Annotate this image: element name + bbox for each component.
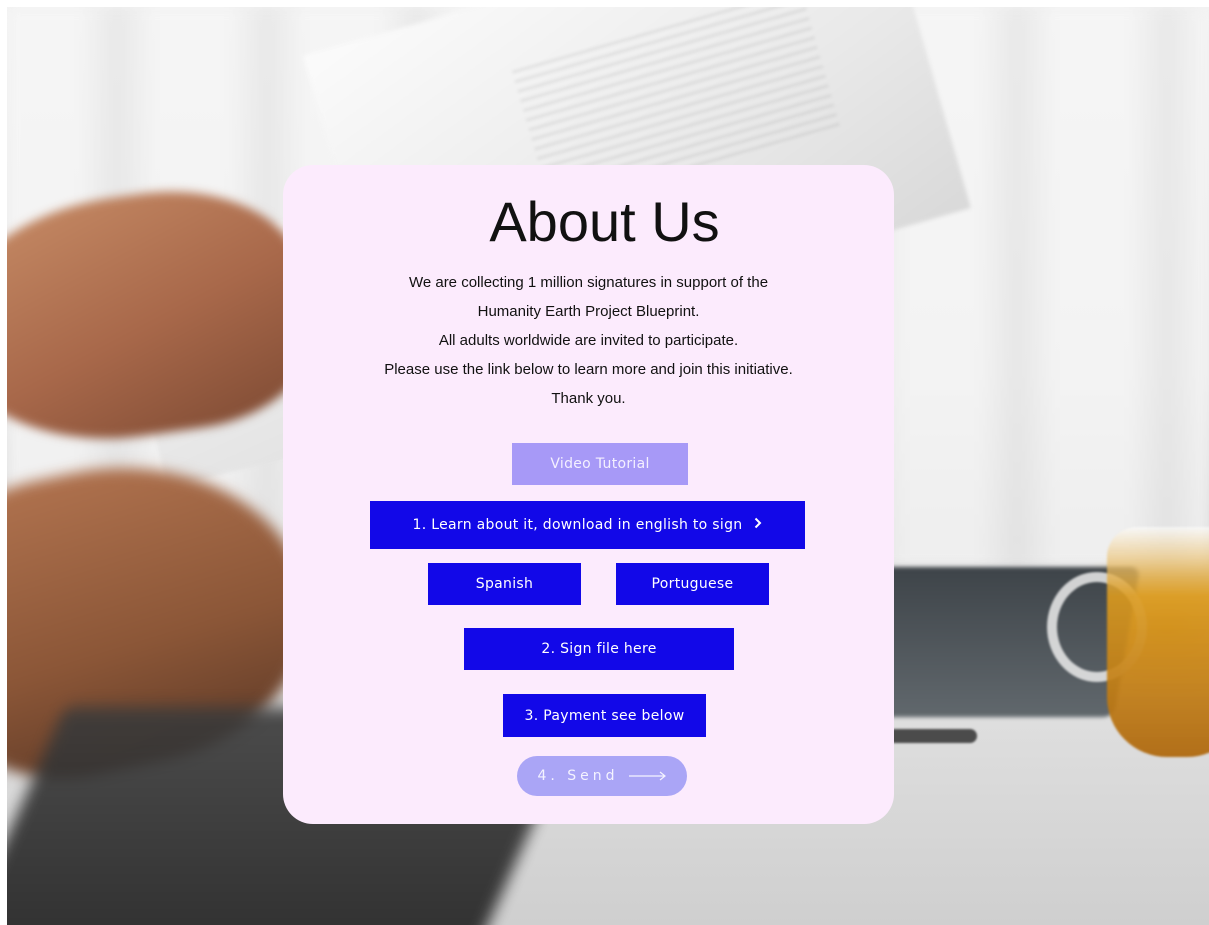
send-label: 4. Send bbox=[537, 768, 619, 784]
background-pen bbox=[887, 729, 977, 743]
intro-line: We are collecting 1 million signatures i… bbox=[408, 274, 769, 291]
intro-line: Humanity Earth Project Blueprint. bbox=[477, 303, 700, 320]
portuguese-label: Portuguese bbox=[651, 576, 734, 592]
sign-file-label: 2. Sign file here bbox=[541, 641, 657, 657]
video-tutorial-label: Video Tutorial bbox=[550, 456, 650, 472]
spanish-button[interactable]: Spanish bbox=[428, 563, 581, 605]
intro-line: All adults worldwide are invited to part… bbox=[438, 332, 739, 349]
intro-line: Thank you. bbox=[551, 390, 626, 407]
learn-download-label: 1. Learn about it, download in english t… bbox=[412, 517, 743, 533]
intro-line: Please use the link below to learn more … bbox=[384, 361, 793, 378]
sign-file-button[interactable]: 2. Sign file here bbox=[464, 628, 734, 670]
chevron-right-icon bbox=[754, 517, 762, 533]
payment-label: 3. Payment see below bbox=[524, 707, 685, 724]
background-tea-cup bbox=[1107, 527, 1209, 757]
intro-text: We are collecting 1 million signatures i… bbox=[283, 268, 894, 413]
portuguese-button[interactable]: Portuguese bbox=[616, 563, 769, 605]
payment-button[interactable]: 3. Payment see below bbox=[503, 694, 706, 737]
page-title: About Us bbox=[489, 190, 720, 253]
learn-download-button[interactable]: 1. Learn about it, download in english t… bbox=[370, 501, 805, 549]
long-arrow-right-icon bbox=[628, 771, 667, 781]
spanish-label: Spanish bbox=[475, 576, 534, 592]
send-button[interactable]: 4. Send bbox=[517, 756, 687, 796]
video-tutorial-button[interactable]: Video Tutorial bbox=[512, 443, 688, 485]
